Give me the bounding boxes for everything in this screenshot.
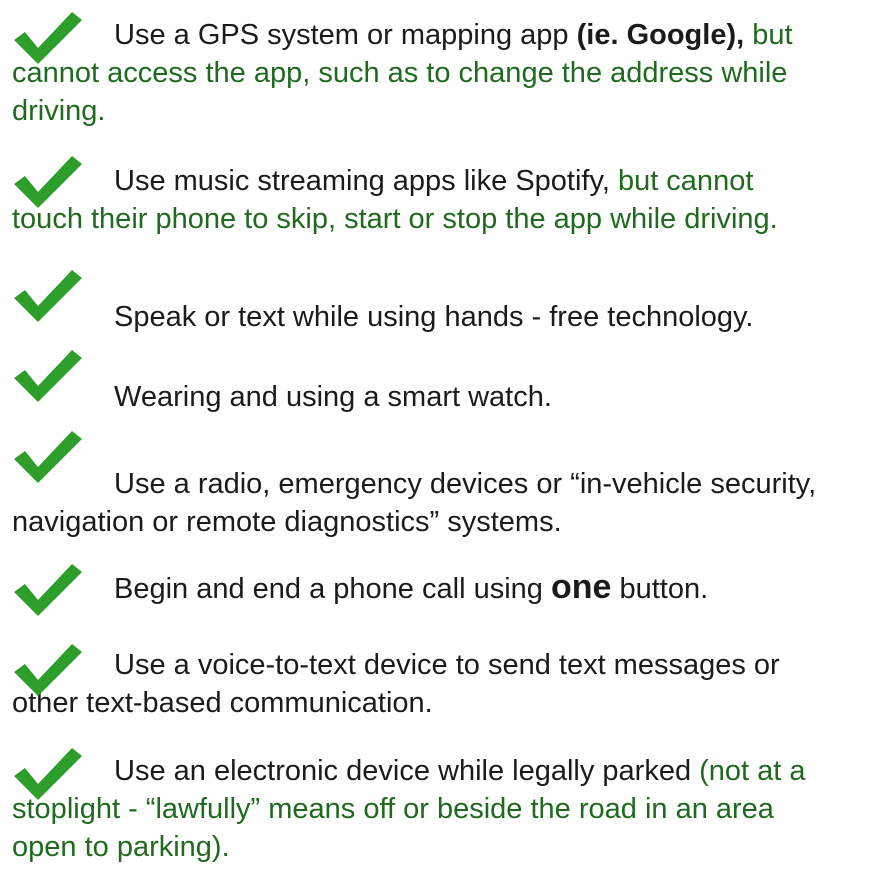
item-note: touch their phone to skip, start or stop… bbox=[12, 203, 778, 235]
list-item: Wearing and using a smart watch. bbox=[12, 350, 872, 416]
item-note: but bbox=[744, 19, 793, 51]
item-text: Use a radio, emergency devices or “in-ve… bbox=[114, 468, 817, 500]
checkmark-icon bbox=[12, 10, 84, 66]
list-item: Use music streaming apps like Spotify, b… bbox=[12, 156, 872, 238]
item-text: Speak or text while using hands - free t… bbox=[114, 301, 754, 333]
list-item: Use a GPS system or mapping app (ie. Goo… bbox=[12, 12, 872, 130]
item-text: Use a GPS system or mapping app bbox=[114, 19, 577, 51]
checkmark-icon bbox=[12, 268, 84, 324]
item-emphasis: one bbox=[550, 568, 612, 606]
item-text: Wearing and using a smart watch. bbox=[114, 381, 552, 413]
item-text: other text-based communication. bbox=[12, 687, 433, 719]
list-item: Use a radio, emergency devices or “in-ve… bbox=[12, 431, 872, 541]
item-note: stoplight - “lawfully” means off or besi… bbox=[12, 793, 774, 825]
list-item: Speak or text while using hands - free t… bbox=[12, 270, 872, 336]
checkmark-icon bbox=[12, 154, 84, 210]
item-text: Use music streaming apps like Spotify, bbox=[114, 165, 618, 197]
checkmark-icon bbox=[12, 562, 84, 618]
item-text: Use an electronic device while legally p… bbox=[114, 755, 700, 787]
item-text: navigation or remote diagnostics” system… bbox=[12, 506, 562, 538]
item-text: button. bbox=[611, 573, 709, 605]
item-note: open to parking). bbox=[12, 831, 230, 863]
item-note: (not at a bbox=[699, 755, 806, 787]
item-text: Begin and end a phone call using bbox=[114, 573, 551, 605]
item-emphasis: (ie. Google), bbox=[576, 19, 745, 51]
item-note: driving. bbox=[12, 95, 106, 127]
item-text: Use a voice-to-text device to send text … bbox=[114, 649, 780, 681]
checkmark-icon bbox=[12, 429, 84, 485]
checkmark-icon bbox=[12, 348, 84, 404]
checkmark-icon bbox=[12, 746, 84, 802]
item-note: cannot access the app, such as to change… bbox=[12, 57, 788, 89]
item-note: but cannot bbox=[617, 165, 754, 197]
list-item: Use a voice-to-text device to send text … bbox=[12, 644, 872, 722]
list-item: Begin and end a phone call using one but… bbox=[12, 564, 872, 616]
checkmark-icon bbox=[12, 642, 84, 698]
list-item: Use an electronic device while legally p… bbox=[12, 748, 872, 866]
